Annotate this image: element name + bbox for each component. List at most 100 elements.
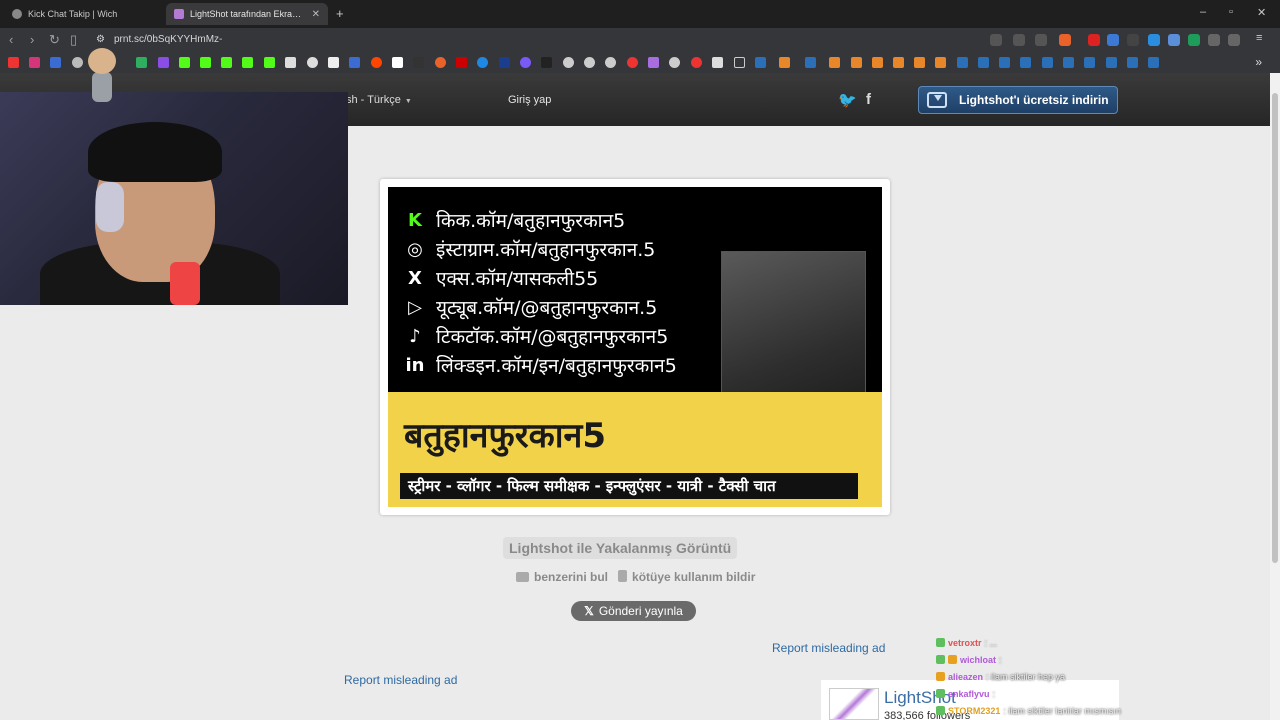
bookmark-icon[interactable]: [893, 57, 904, 68]
bookmark-icon[interactable]: [349, 57, 360, 68]
bookmark-icon[interactable]: [307, 57, 318, 68]
steam-icon[interactable]: [957, 57, 968, 68]
bookmark-icon[interactable]: [520, 57, 531, 68]
site-info-icon[interactable]: ⚙: [96, 34, 105, 45]
extension-icon[interactable]: [1127, 34, 1139, 46]
zoom-icon[interactable]: [990, 34, 1002, 46]
bookmark-icon[interactable]: [872, 57, 883, 68]
steam-icon[interactable]: [1020, 57, 1031, 68]
bookmark-icon[interactable]: [456, 57, 467, 68]
share-icon[interactable]: [1035, 34, 1047, 46]
new-tab-button[interactable]: +: [336, 6, 344, 21]
steam-icon[interactable]: [1042, 57, 1053, 68]
more-bookmarks-icon[interactable]: »: [1255, 55, 1262, 69]
extension-icon[interactable]: [1088, 34, 1100, 46]
minimize-button[interactable]: –: [1200, 6, 1206, 18]
bookmark-icon[interactable]: [435, 57, 446, 68]
sidebar-icon[interactable]: [1228, 34, 1240, 46]
bookmark-icon[interactable]: [413, 57, 424, 68]
forward-icon[interactable]: ›: [30, 32, 34, 47]
drive-icon[interactable]: [136, 57, 147, 68]
extension-icon[interactable]: [1148, 34, 1160, 46]
instagram-icon[interactable]: [29, 57, 40, 68]
close-tab-icon[interactable]: ✕: [312, 9, 320, 20]
steam-icon[interactable]: [1063, 57, 1074, 68]
extension-icon[interactable]: [1107, 34, 1119, 46]
tab-kick-chat[interactable]: Kick Chat Takip | Wich: [4, 3, 166, 25]
folder-icon[interactable]: [734, 57, 745, 68]
bookmark-icon[interactable]: [584, 57, 595, 68]
bookmark-icon[interactable]: [477, 57, 488, 68]
maximize-button[interactable]: ▫: [1229, 6, 1233, 18]
bookmark-icon[interactable]: [648, 57, 659, 68]
streamer-hair: [88, 122, 222, 182]
brave-shield-icon[interactable]: [1059, 34, 1071, 46]
login-link[interactable]: Giriş yap: [508, 94, 551, 106]
bookmark-icon[interactable]: [541, 57, 552, 68]
bookmark-icon[interactable]: [605, 57, 616, 68]
kick-icon[interactable]: [200, 57, 211, 68]
steam-icon[interactable]: [805, 57, 816, 68]
steam-icon[interactable]: [1106, 57, 1117, 68]
bookmark-icon[interactable]: ▯: [70, 32, 77, 48]
kick-icon[interactable]: [179, 57, 190, 68]
back-icon[interactable]: ‹: [9, 32, 13, 47]
cast-icon[interactable]: [1013, 34, 1025, 46]
bookmark-icon[interactable]: [563, 57, 574, 68]
bookmark-icon[interactable]: [285, 57, 296, 68]
steam-icon[interactable]: [1148, 57, 1159, 68]
report-ad-link[interactable]: Report misleading ad: [772, 641, 885, 655]
scrollbar[interactable]: [1270, 73, 1280, 720]
language-selector[interactable]: sh - Türkçe ▼: [346, 94, 412, 106]
twitch-icon[interactable]: [158, 57, 169, 68]
tab-lightshot[interactable]: LightShot tarafından Ekran Görü ✕: [166, 3, 328, 25]
extension-icon[interactable]: [1168, 34, 1180, 46]
sticker-head: [88, 48, 116, 74]
microphone: [170, 262, 200, 305]
scrollbar-thumb[interactable]: [1272, 93, 1278, 563]
steam-icon[interactable]: [978, 57, 989, 68]
extension-icon[interactable]: [1188, 34, 1200, 46]
post-on-x-button[interactable]: 𝕏 Gönderi yayınla: [571, 601, 696, 621]
camera-icon: [516, 572, 529, 582]
steam-icon[interactable]: [1127, 57, 1138, 68]
kick-icon[interactable]: [264, 57, 275, 68]
report-ad-link[interactable]: Report misleading ad: [344, 673, 457, 687]
bookmark-icon[interactable]: [914, 57, 925, 68]
bookmark-icon[interactable]: [712, 57, 723, 68]
steam-icon[interactable]: [999, 57, 1010, 68]
chat-text: : ilam siktiler hep ya: [986, 671, 1066, 682]
x-icon[interactable]: [328, 57, 339, 68]
steam-icon[interactable]: [1084, 57, 1095, 68]
bookmark-icon[interactable]: [691, 57, 702, 68]
find-similar-link[interactable]: benzerini bul: [516, 570, 608, 584]
bookmark-icon[interactable]: [851, 57, 862, 68]
screenshot-image[interactable]: K किक.कॉम/बतुहानफुरकान5 ◎ इंस्टाग्राम.कॉ…: [388, 187, 882, 507]
badge-icon: [948, 655, 957, 664]
bookmark-icon[interactable]: [935, 57, 946, 68]
facebook-icon[interactable]: f: [866, 91, 871, 108]
bookmark-icon[interactable]: [627, 57, 638, 68]
twitter-icon[interactable]: 🐦: [838, 91, 857, 109]
kick-icon[interactable]: [242, 57, 253, 68]
reload-icon[interactable]: ↻: [49, 32, 60, 48]
bookmark-icon[interactable]: [669, 57, 680, 68]
menu-icon[interactable]: ≡: [1256, 32, 1268, 44]
kick-icon[interactable]: [221, 57, 232, 68]
steam-icon[interactable]: [755, 57, 766, 68]
chat-username: alieazen: [948, 671, 984, 682]
youtube-icon[interactable]: [8, 57, 19, 68]
close-window-button[interactable]: ✕: [1257, 6, 1266, 19]
puzzle-icon[interactable]: [1208, 34, 1220, 46]
download-icon: [927, 92, 947, 108]
bookmark-icon[interactable]: [499, 57, 510, 68]
url-field[interactable]: ⚙ prnt.sc/0bSqKYYHmMz-: [96, 34, 222, 45]
social-row: ◎ इंस्टाग्राम.कॉम/बतुहानफुरकान.5: [404, 236, 655, 262]
report-abuse-link[interactable]: kötüye kullanım bildir: [618, 570, 755, 584]
bookmark-icon[interactable]: [392, 57, 403, 68]
bookmark-icon[interactable]: [50, 57, 61, 68]
bookmark-icon[interactable]: [779, 57, 790, 68]
reddit-icon[interactable]: [371, 57, 382, 68]
download-button[interactable]: Lightshot'ı ücretsiz indirin: [918, 86, 1118, 114]
bookmark-icon[interactable]: [829, 57, 840, 68]
